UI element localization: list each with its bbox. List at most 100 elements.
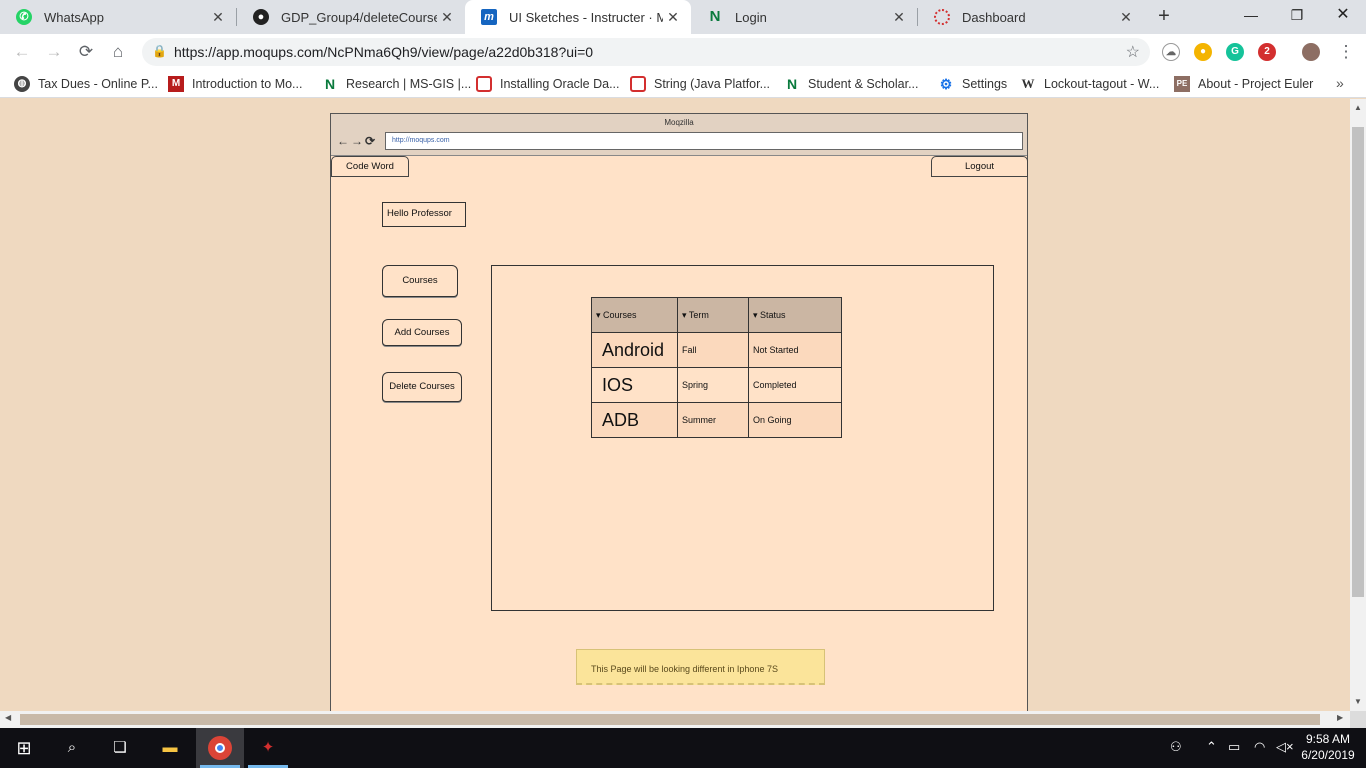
tab-whatsapp[interactable]: ✆ WhatsApp ✕ — [0, 0, 236, 34]
close-icon[interactable]: ✕ — [208, 9, 228, 26]
table-row[interactable]: ADB Summer On Going — [591, 402, 842, 438]
bookmark-label: String (Java Platfor... — [654, 77, 771, 91]
bookmark-item[interactable]: N Research | MS-GIS |... — [322, 75, 471, 93]
courses-button[interactable]: Courses — [382, 265, 458, 297]
tab-login[interactable]: N Login ✕ — [691, 0, 917, 34]
bookmark-item[interactable]: M Introduction to Mo... — [168, 75, 302, 93]
tab-strip: ✆ WhatsApp ✕ ● GDP_Group4/deleteCourse.J… — [0, 0, 1366, 34]
app-icon[interactable]: ✦ — [256, 736, 280, 760]
term-cell: Fall — [677, 332, 749, 368]
file-explorer-icon[interactable]: ▬ — [158, 736, 182, 760]
minimize-icon[interactable]: — — [1228, 0, 1274, 30]
mock-url-field: http://moqups.com — [385, 132, 1023, 150]
scrollbar-thumb[interactable] — [1352, 127, 1364, 597]
table-row[interactable]: IOS Spring Completed — [591, 367, 842, 403]
logout-tab[interactable]: Logout — [931, 156, 1028, 177]
tab-moqups[interactable]: m UI Sketches - Instructer · Moqu ✕ — [465, 0, 691, 34]
new-tab-button[interactable]: + — [1152, 5, 1176, 29]
whatsapp-icon: ✆ — [16, 9, 32, 25]
volume-muted-icon[interactable]: ◁× — [1276, 739, 1294, 755]
page-viewport: Moqzilla ←→⟳ http://moqups.com Code Word… — [0, 99, 1350, 711]
column-header-courses[interactable]: ▾ Courses — [591, 297, 678, 333]
bookmark-label: Research | MS-GIS |... — [346, 77, 472, 91]
clock-time: 9:58 AM — [1305, 732, 1351, 746]
column-header-term[interactable]: ▾ Term — [677, 297, 749, 333]
course-name-cell: IOS — [591, 367, 678, 403]
bookmark-item[interactable]: String (Java Platfor... — [630, 75, 770, 93]
scroll-up-icon[interactable]: ▲ — [1350, 103, 1366, 112]
scrollbar-thumb[interactable] — [20, 714, 1320, 725]
wifi-icon[interactable]: ◠ — [1254, 739, 1265, 755]
window-close-icon[interactable]: ✕ — [1320, 0, 1366, 30]
chrome-icon[interactable] — [208, 736, 232, 760]
coursera-icon: M — [168, 76, 184, 92]
code-word-tab[interactable]: Code Word — [331, 156, 409, 177]
close-icon[interactable]: ✕ — [437, 9, 457, 26]
bookmark-item[interactable]: ⚙ Settings — [938, 75, 1007, 93]
term-cell: Spring — [677, 367, 749, 403]
windows-taskbar: ⊞ ⌕ ❏ ▬ ✦ ⚇ ⌃ ▭ ◠ ◁× 9:58 AM 6/20/2019 — [0, 728, 1366, 768]
forward-arrow-icon[interactable]: → — [42, 40, 66, 64]
course-name-cell: Android — [591, 332, 678, 368]
table-row[interactable]: Android Fall Not Started — [591, 332, 842, 368]
back-arrow-icon[interactable]: ← — [10, 40, 34, 64]
close-icon[interactable]: ✕ — [889, 9, 909, 26]
globe-icon: ◍ — [14, 76, 30, 92]
table-header-row: ▾ Courses ▾ Term ▾ Status — [591, 297, 842, 333]
mock-titlebar: Moqzilla ←→⟳ http://moqups.com — [331, 114, 1027, 156]
bookmark-item[interactable]: ◍ Tax Dues - Online P... — [14, 75, 158, 93]
tab-dashboard[interactable]: Dashboard ✕ — [918, 0, 1144, 34]
dashboard-icon — [934, 9, 950, 25]
bookmark-item[interactable]: PE About - Project Euler — [1174, 75, 1313, 93]
reload-icon[interactable]: ⟳ — [74, 40, 98, 64]
bookmark-item[interactable]: Installing Oracle Da... — [476, 75, 620, 93]
bookmarks-more-icon[interactable]: » — [1336, 75, 1344, 91]
greeting-label: Hello Professor — [382, 202, 466, 227]
menu-icon[interactable]: ⋮ — [1334, 40, 1358, 64]
profile-avatar[interactable] — [1302, 43, 1320, 61]
address-bar[interactable]: 🔒 https://app.moqups.com/NcPNma6Qh9/view… — [142, 38, 1150, 66]
search-icon[interactable]: ⌕ — [60, 736, 84, 760]
close-icon[interactable]: ✕ — [1116, 9, 1136, 26]
scroll-right-icon[interactable]: ▶ — [1337, 713, 1343, 722]
project-euler-icon: PE — [1174, 76, 1190, 92]
battery-icon[interactable]: ▭ — [1228, 739, 1240, 755]
bookmark-label: Settings — [962, 77, 1008, 91]
moqups-icon: m — [481, 9, 497, 25]
bookmark-label: Lockout-tagout - W... — [1044, 77, 1160, 91]
horizontal-scrollbar[interactable]: ◀ ▶ — [0, 711, 1350, 728]
sticky-note: This Page will be looking different in I… — [576, 649, 825, 685]
vertical-scrollbar[interactable]: ▲ ▼ — [1350, 99, 1366, 711]
scroll-down-icon[interactable]: ▼ — [1350, 697, 1366, 706]
grammarly-icon[interactable]: G — [1226, 43, 1244, 61]
term-cell: Summer — [677, 402, 749, 438]
column-header-status[interactable]: ▾ Status — [748, 297, 842, 333]
tab-title: UI Sketches - Instructer · Moqu — [509, 9, 663, 25]
people-icon[interactable]: ⚇ — [1170, 739, 1182, 755]
chrome-extension-icon[interactable]: ● — [1194, 43, 1212, 61]
bookmark-item[interactable]: W Lockout-tagout - W... — [1020, 75, 1160, 93]
chevron-up-icon[interactable]: ⌃ — [1206, 739, 1217, 755]
mock-browser-window: Moqzilla ←→⟳ http://moqups.com Code Word… — [330, 113, 1028, 711]
add-courses-button[interactable]: Add Courses — [382, 319, 462, 346]
status-cell: Completed — [748, 367, 842, 403]
task-view-icon[interactable]: ❏ — [108, 736, 132, 760]
delete-courses-button[interactable]: Delete Courses — [382, 372, 462, 402]
close-icon[interactable]: ✕ — [663, 9, 683, 26]
notification-extension-icon[interactable]: 2 — [1258, 43, 1276, 61]
scroll-left-icon[interactable]: ◀ — [5, 713, 11, 722]
tab-github[interactable]: ● GDP_Group4/deleteCourse.JPG ✕ — [237, 0, 465, 34]
courses-panel: ▾ Courses ▾ Term ▾ Status Android Fall N… — [491, 265, 994, 611]
bookmark-star-icon[interactable]: ☆ — [1126, 42, 1140, 62]
windows-start-icon[interactable]: ⊞ — [12, 736, 36, 760]
home-icon[interactable]: ⌂ — [106, 40, 130, 64]
mock-nav-arrows-icon: ←→⟳ — [337, 134, 378, 148]
gear-icon: ⚙ — [939, 76, 953, 92]
tab-title: WhatsApp — [44, 9, 104, 25]
tab-title: Dashboard — [962, 9, 1026, 25]
extension-cloud-icon[interactable]: ☁ — [1162, 43, 1180, 61]
bookmark-item[interactable]: N Student & Scholar... — [784, 75, 919, 93]
system-clock[interactable]: 9:58 AM 6/20/2019 — [1296, 731, 1360, 763]
bookmark-label: Tax Dues - Online P... — [38, 77, 158, 91]
restore-icon[interactable]: ❐ — [1274, 0, 1320, 30]
